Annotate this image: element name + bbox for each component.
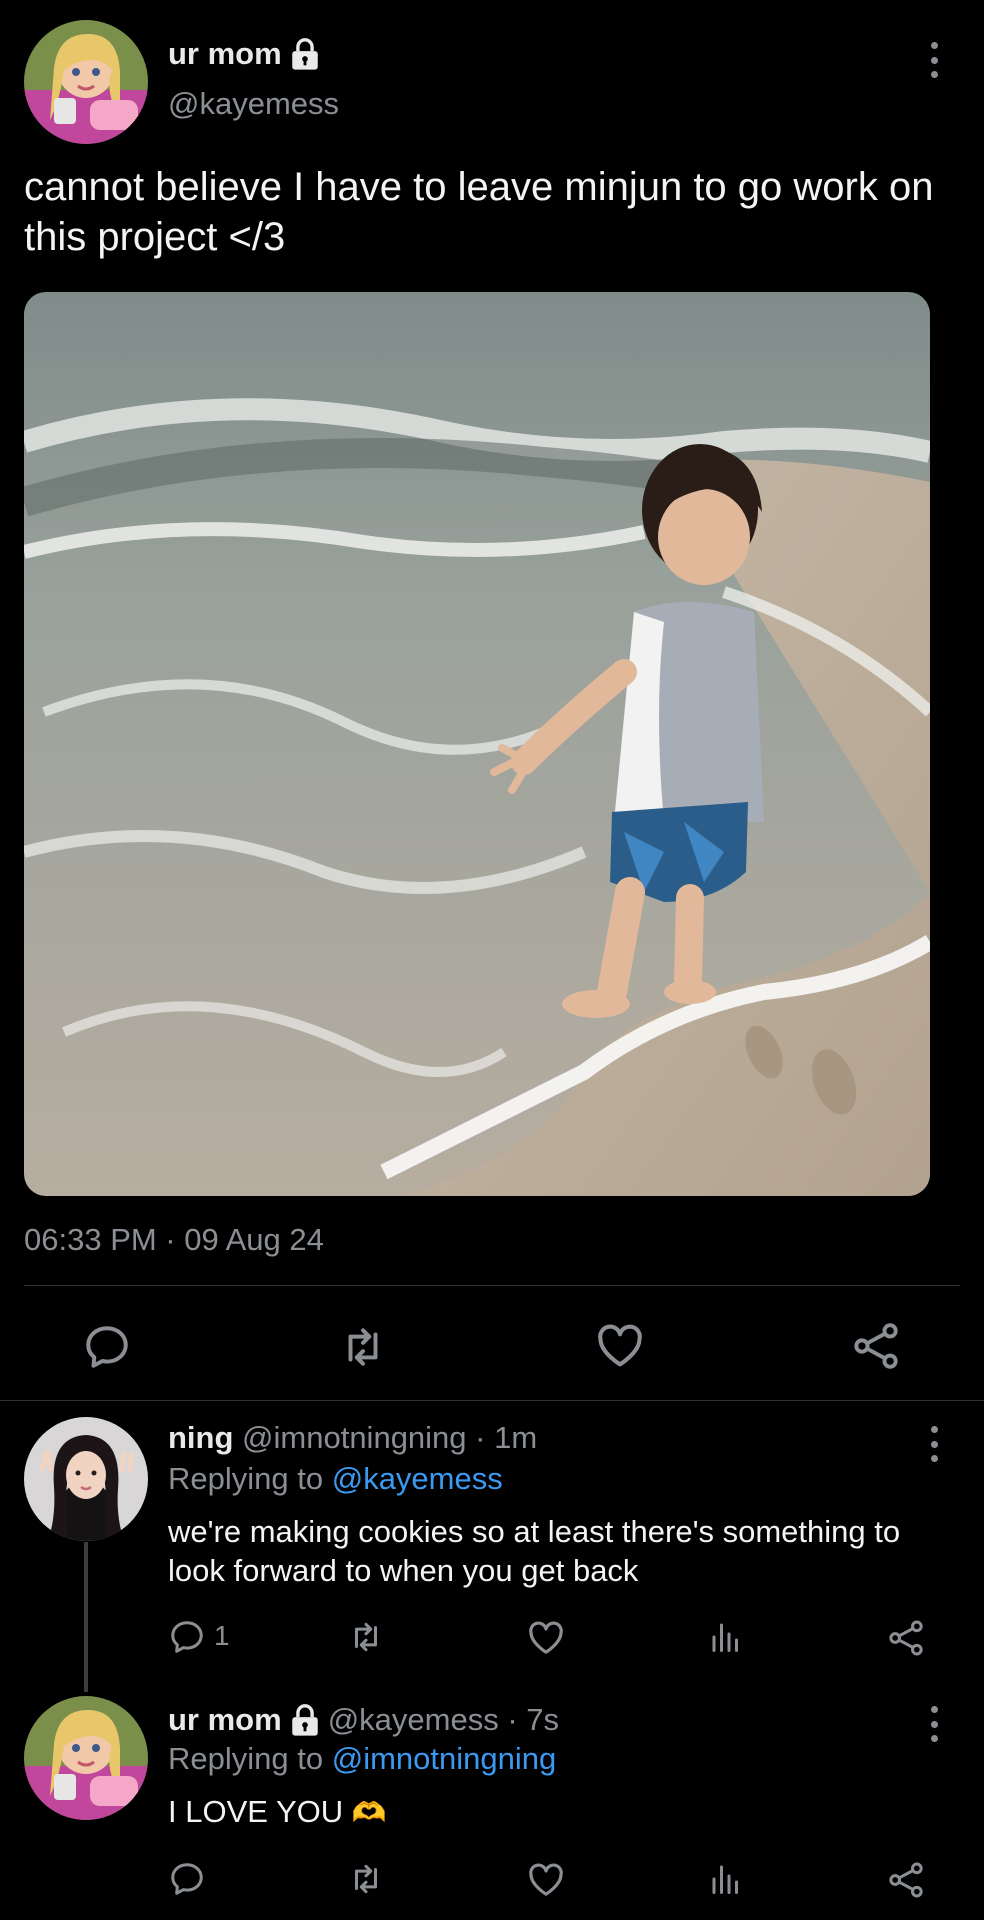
thread-line (84, 1542, 88, 1692)
reply-2-display-name[interactable]: ur mom (168, 1702, 282, 1738)
reply-2-text: I LOVE YOU (168, 1794, 344, 1829)
more-options-icon[interactable] (922, 38, 946, 82)
share-icon[interactable] (850, 1320, 902, 1372)
reply-2-replying-handle[interactable]: @imnotningning (332, 1741, 557, 1776)
reply-1-replying-handle[interactable]: @kayemess (332, 1461, 503, 1496)
reply-2-lock-icon (288, 1703, 322, 1737)
reply-2-text-row: I LOVE YOU 🫶 (168, 1792, 387, 1832)
reply-2-replying-prefix: Replying to (168, 1741, 332, 1776)
reply-1-more-options-icon[interactable] (922, 1422, 946, 1466)
reply-1-replying-to: Replying to @kayemess (168, 1461, 503, 1497)
reply-1-handle[interactable]: @imnotningning (242, 1420, 467, 1455)
retweet-icon[interactable] (336, 1322, 390, 1372)
reply-1-replying-prefix: Replying to (168, 1461, 332, 1496)
main-tweet-text: cannot believe I have to leave minjun to… (24, 165, 934, 259)
reply-2-replying-to: Replying to @imnotningning (168, 1741, 556, 1777)
reply-1-reply-icon[interactable] (168, 1618, 206, 1656)
reply-2-analytics-icon[interactable] (708, 1860, 744, 1898)
reply-1-display-name[interactable]: ning (168, 1420, 233, 1455)
reply-2-reply-icon[interactable] (168, 1860, 206, 1898)
main-author-avatar[interactable] (24, 20, 148, 144)
reply-1-like-icon[interactable] (526, 1618, 566, 1658)
reply-1-text: we're making cookies so at least there's… (168, 1514, 901, 1588)
like-icon[interactable] (594, 1320, 646, 1372)
main-tweet-timestamp: 06:33 PM · 09 Aug 24 (24, 1222, 324, 1257)
reply-2-share-icon[interactable] (886, 1860, 926, 1900)
main-author-display-name[interactable]: ur mom (168, 36, 282, 72)
heart-hands-emoji: 🫶 (351, 1797, 387, 1828)
reply-2-like-icon[interactable] (526, 1860, 566, 1900)
reply-2-retweet-icon[interactable] (346, 1860, 386, 1898)
main-author-handle[interactable]: @kayemess (168, 86, 339, 122)
reply-1-analytics-icon[interactable] (708, 1618, 744, 1656)
thread-divider (0, 1400, 984, 1401)
reply-1-share-icon[interactable] (886, 1618, 926, 1658)
reply-1-avatar[interactable] (24, 1417, 148, 1541)
reply-2-handle[interactable]: @kayemess (328, 1702, 499, 1737)
reply-2-header: ur mom @kayemess · 7s (168, 1700, 559, 1740)
main-author-name-row: ur mom (168, 34, 322, 74)
reply-2-avatar[interactable] (24, 1696, 148, 1820)
reply-icon[interactable] (82, 1322, 132, 1372)
reply-1-time: · 1m (466, 1420, 538, 1455)
lock-icon (288, 37, 322, 71)
main-tweet-photo[interactable] (24, 292, 930, 1196)
reply-1-header: ning @imnotningning · 1m (168, 1420, 537, 1456)
reply-2-time: · 7s (498, 1702, 559, 1737)
reply-1-retweet-icon[interactable] (346, 1618, 386, 1656)
timestamp-divider (24, 1285, 960, 1286)
reply-2-more-options-icon[interactable] (922, 1702, 946, 1746)
reply-1-reply-count: 1 (214, 1620, 230, 1651)
